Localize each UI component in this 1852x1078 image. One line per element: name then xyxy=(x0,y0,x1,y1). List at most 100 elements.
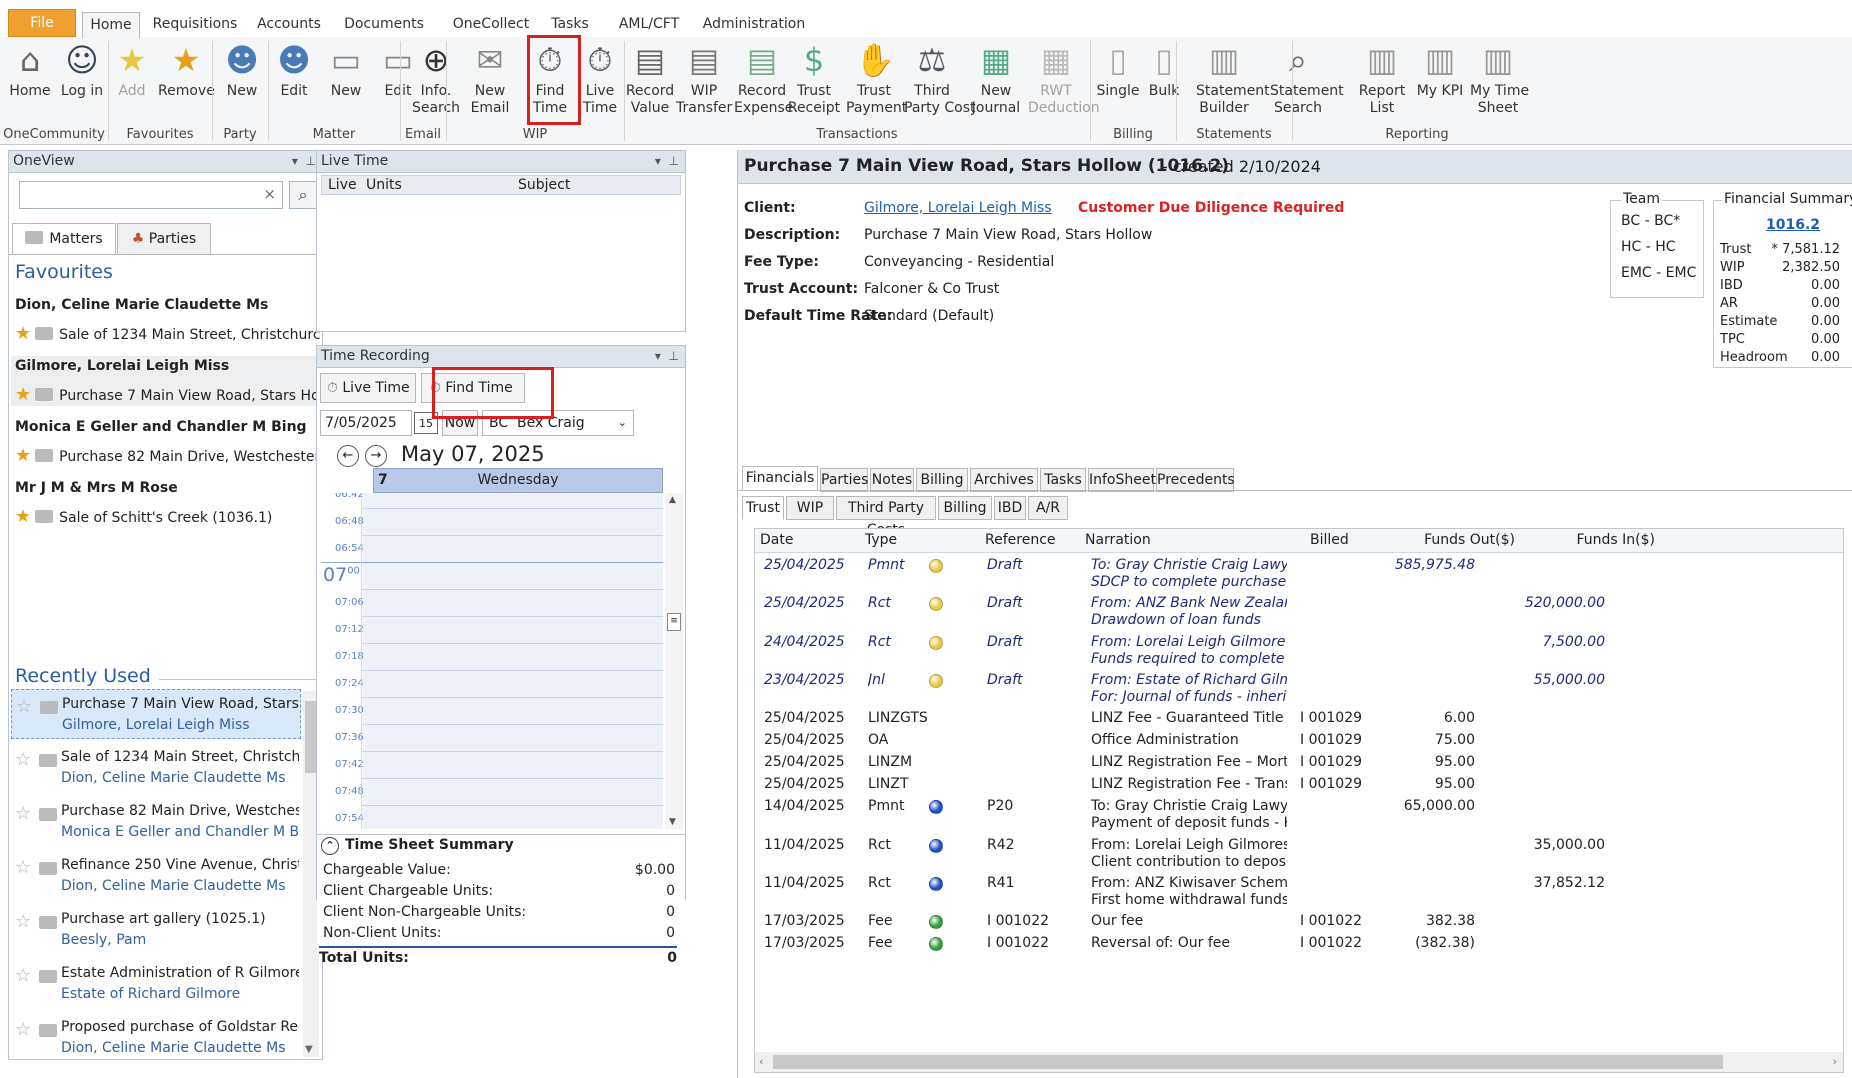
pin-icon[interactable]: ▾ ⊥ xyxy=(655,346,679,367)
subtab-third-party-costs[interactable]: Third Party Costs xyxy=(836,496,936,538)
time-slot[interactable] xyxy=(363,644,663,670)
tab-infosheets[interactable]: InfoSheets xyxy=(1088,468,1163,492)
column-funds-in-[interactable]: Funds In($) xyxy=(1545,532,1656,548)
time-slot[interactable] xyxy=(363,563,663,589)
scroll-right-icon[interactable]: › xyxy=(1833,1055,1837,1068)
favourite-matter[interactable]: ★ Purchase 7 Main View Road, Stars Holl xyxy=(15,384,321,405)
transaction-row[interactable]: 25/04/2025 OA Office Administration I 00102… xyxy=(755,730,1843,752)
column-funds-out-[interactable]: Funds Out($) xyxy=(1405,532,1515,548)
menu-tab-aml-cft[interactable]: AML/CFT xyxy=(608,12,690,38)
recent-item[interactable]: ☆ Purchase art gallery (1025.1) Beesly, Pa… xyxy=(11,905,301,955)
recent-item[interactable]: ☆ Estate Administration of R Gilmore Estat… xyxy=(11,959,301,1009)
menu-tab-documents[interactable]: Documents xyxy=(333,12,435,38)
statement-builder-button[interactable]: ▥ Statement Builder xyxy=(1196,41,1270,117)
scrollbar-thumb[interactable] xyxy=(773,1055,1723,1069)
collapse-icon[interactable]: ⌃ xyxy=(321,837,339,855)
my-kpi-button[interactable]: ▥ My KPI xyxy=(1412,41,1468,100)
time-slot[interactable] xyxy=(363,536,663,562)
subtab-wip[interactable]: WIP xyxy=(786,496,834,520)
rwt-deduction-button[interactable]: ▦ RWT Deduction xyxy=(1028,41,1100,117)
col-live[interactable]: Live xyxy=(328,177,357,193)
col-subject[interactable]: Subject xyxy=(518,177,570,193)
time-slot[interactable] xyxy=(363,698,663,724)
transaction-row[interactable]: 14/04/2025 Pmnt P20 To: Gray Christie Craig… xyxy=(755,796,1843,834)
column-date[interactable]: Date xyxy=(760,532,860,548)
subtab-ibd[interactable]: IBD xyxy=(994,496,1026,520)
favourite-party[interactable]: Gilmore, Lorelai Leigh Miss xyxy=(15,358,229,374)
transaction-row[interactable]: 11/04/2025 Rct R41 From: ANZ Kiwisaver Sche… xyxy=(755,873,1843,911)
menu-tab-requisitions[interactable]: Requisitions xyxy=(145,12,245,38)
fin-summary-link[interactable]: 1016.2 xyxy=(1766,217,1820,233)
transaction-row[interactable]: 17/03/2025 Fee I 001022 Our fee I 001022 382.… xyxy=(755,911,1843,933)
favourite-party[interactable]: Dion, Celine Marie Claudette Ms xyxy=(15,297,268,313)
transaction-row[interactable]: 23/04/2025 Jnl Draft From: Estate of Richar… xyxy=(755,670,1843,708)
oneview-search-button[interactable]: ⌕ xyxy=(289,181,317,209)
new-button[interactable]: ▭ New xyxy=(318,41,374,100)
new-email-button[interactable]: ✉ New Email xyxy=(462,41,518,117)
subtab-billing[interactable]: Billing xyxy=(938,496,992,520)
column-reference[interactable]: Reference xyxy=(985,532,1085,548)
col-units[interactable]: Units xyxy=(366,177,402,193)
trust-payment-button[interactable]: ✋ Trust Payment xyxy=(846,41,907,117)
trust-receipt-button[interactable]: $ Trust Receipt xyxy=(786,41,842,117)
column-narration[interactable]: Narration xyxy=(1085,532,1305,548)
star-outline-icon[interactable]: ☆ xyxy=(15,749,31,770)
tab-parties[interactable]: Parties xyxy=(820,468,868,492)
recent-item[interactable]: ☆ Purchase 82 Main Drive, Westchest Monica… xyxy=(11,797,301,847)
favourite-matter[interactable]: ★ Purchase 82 Main Drive, Westchester ( xyxy=(15,445,321,466)
time-slot[interactable] xyxy=(363,779,663,805)
tab-tasks[interactable]: Tasks xyxy=(1040,468,1086,492)
wip-transfer-button[interactable]: ▤ WIP Transfer xyxy=(676,41,732,117)
favourite-matter[interactable]: ★ Sale of 1234 Main Street, Christchurch xyxy=(15,323,321,344)
star-outline-icon[interactable]: ☆ xyxy=(15,803,31,824)
menu-tab-administration[interactable]: Administration xyxy=(694,12,814,38)
star-outline-icon[interactable]: ☆ xyxy=(15,857,31,878)
transaction-row[interactable]: 25/04/2025 Rct Draft From: ANZ Bank New Zea… xyxy=(755,593,1843,631)
favourite-party[interactable]: Mr J M & Mrs M Rose xyxy=(15,480,178,496)
tab-precedents[interactable]: Precedents xyxy=(1156,468,1235,492)
pin-icon[interactable]: ▾ ⊥ xyxy=(292,151,316,172)
tab-notes[interactable]: Notes xyxy=(870,468,914,492)
transaction-row[interactable]: 25/04/2025 LINZT LINZ Registration Fee - T… xyxy=(755,774,1843,796)
transaction-row[interactable]: 17/03/2025 Fee I 001022 Reversal of: Our fe… xyxy=(755,933,1843,955)
star-icon[interactable]: ★ xyxy=(15,384,31,405)
scrollbar-thumb[interactable]: ≡ xyxy=(667,613,681,631)
next-day-button[interactable]: → xyxy=(365,445,387,467)
scroll-left-icon[interactable]: ‹ xyxy=(759,1055,763,1068)
subtab-a-r[interactable]: A/R xyxy=(1028,496,1068,520)
time-slot[interactable] xyxy=(363,493,663,508)
oneview-search-input[interactable] xyxy=(24,183,254,207)
bulk-button[interactable]: ▯ Bulk xyxy=(1136,41,1192,100)
log-in-button[interactable]: ☺ Log in xyxy=(54,41,110,100)
transaction-row[interactable]: 24/04/2025 Rct Draft From: Lorelai Leigh Gi… xyxy=(755,632,1843,670)
new-button[interactable]: ☻ New xyxy=(214,41,270,100)
time-slot[interactable] xyxy=(363,752,663,778)
info-search-button[interactable]: ⊕ Info. Search xyxy=(408,41,464,117)
third-party-cost-button[interactable]: ⚖ Third Party Cost xyxy=(904,41,976,117)
time-slot[interactable] xyxy=(363,806,663,829)
tab-parties[interactable]: ♣ Parties xyxy=(117,223,211,255)
live-time-button[interactable]: ⏱ Live Time xyxy=(320,373,416,403)
menu-tab-file[interactable]: File xyxy=(8,9,76,37)
pin-icon[interactable]: ▾ ⊥ xyxy=(655,151,679,172)
menu-tab-home[interactable]: Home xyxy=(82,12,140,39)
horizontal-scrollbar[interactable]: ‹ › xyxy=(755,1052,1843,1072)
transaction-row[interactable]: 25/04/2025 Pmnt Draft To: Gray Christie Cra… xyxy=(755,555,1843,593)
star-icon[interactable]: ★ xyxy=(15,323,31,344)
recent-item[interactable]: ☆ Purchase 7 Main View Road, Stars H Gilmo… xyxy=(11,689,301,739)
scroll-down-icon[interactable]: ▼ xyxy=(669,817,676,827)
transaction-row[interactable]: 25/04/2025 LINZM LINZ Registration Fee – M… xyxy=(755,752,1843,774)
column-billed[interactable]: Billed xyxy=(1310,532,1400,548)
star-outline-icon[interactable]: ☆ xyxy=(16,696,32,717)
clear-icon[interactable]: × xyxy=(263,185,276,203)
tab-billing[interactable]: Billing xyxy=(916,468,968,492)
recent-item[interactable]: ☆ Sale of 1234 Main Street, Christchu Dion… xyxy=(11,743,301,793)
new-journal-button[interactable]: ▦ New Journal xyxy=(968,41,1024,117)
time-slot[interactable] xyxy=(363,590,663,616)
client-link[interactable]: Gilmore, Lorelai Leigh Miss xyxy=(864,200,1052,216)
time-slot[interactable] xyxy=(363,725,663,751)
transaction-row[interactable]: 11/04/2025 Rct R42 From: Lorelai Leigh Gilm… xyxy=(755,835,1843,873)
menu-tab-accounts[interactable]: Accounts xyxy=(250,12,328,38)
transaction-row[interactable]: 25/04/2025 LINZGTS LINZ Fee - Guaranteed T… xyxy=(755,708,1843,730)
timesheet-summary-header[interactable]: ⌃ Time Sheet Summary xyxy=(321,837,514,855)
